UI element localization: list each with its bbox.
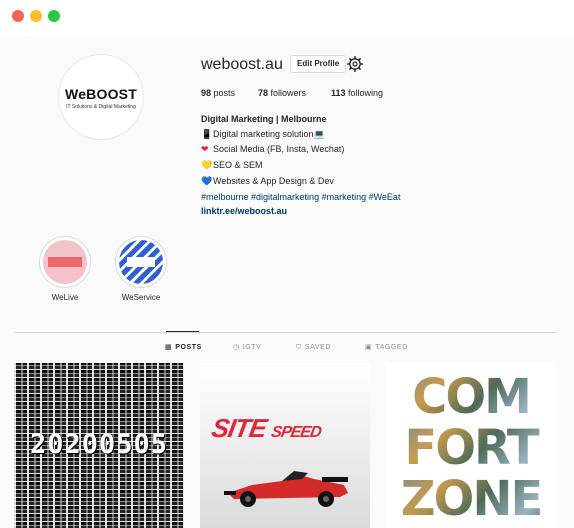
following-count: 113 (331, 88, 346, 98)
followers-count: 78 (258, 88, 269, 98)
posts-stat: 98 posts (201, 88, 235, 98)
highlight-welive[interactable]: WeLive (37, 236, 93, 302)
bio-line-text: Social Media (FB, Insta, Wechat) (213, 144, 345, 155)
highlight-label: WeLive (51, 293, 79, 302)
following-label: following (348, 88, 384, 98)
post-word: COM (386, 369, 556, 425)
post-title-sub: SPEED (269, 424, 323, 441)
maximize-window-button[interactable] (48, 10, 60, 22)
window-titlebar (0, 0, 574, 36)
posts-count: 98 (201, 88, 212, 98)
avatar-tagline: IT Solutions & Digital Marketing (66, 104, 136, 110)
race-car-image (224, 471, 348, 507)
minimize-window-button[interactable] (30, 10, 42, 22)
highlight-weservice[interactable]: WeService (113, 236, 169, 302)
red-heart-icon: ❤ (201, 145, 209, 156)
highlight-cover-image (43, 240, 87, 284)
profile-page: WeBOOST IT Solutions & Digital Marketing… (0, 36, 574, 528)
bio-line: ❤ Social Media (FB, Insta, Wechat) (201, 142, 400, 158)
bio-line: 💛SEO & SEM (201, 158, 400, 174)
followers-stat[interactable]: 78 followers (258, 88, 306, 98)
bio-line-text: Websites & App Design & Dev (213, 175, 334, 186)
post-thumbnail[interactable]: COM FORT ZONE (386, 363, 556, 528)
bio-name: Digital Marketing | Melbourne (201, 114, 327, 124)
tab-saved[interactable]: ⛉ SAVED (296, 343, 331, 352)
post-thumbnail[interactable]: SITE SPEED (200, 363, 370, 528)
post-title-main: SITE (209, 413, 269, 443)
bio-line: 📱Digital marketing solution💻 (201, 127, 400, 143)
bio-line-text: SEO & SEM (213, 160, 263, 171)
tab-posts[interactable]: ▦ POSTS (165, 343, 202, 351)
bookmark-icon: ⛉ (296, 343, 302, 351)
highlight-label: WeService (121, 293, 161, 302)
blue-heart-icon: 💙 (201, 176, 213, 187)
edit-profile-button[interactable]: Edit Profile (290, 55, 347, 73)
profile-avatar[interactable]: WeBOOST IT Solutions & Digital Marketing (58, 54, 144, 140)
yellow-heart-icon: 💛 (201, 161, 213, 172)
avatar-brand-logo: WeBOOST (65, 86, 137, 102)
tab-tagged[interactable]: ▣ TAGGED (365, 343, 408, 351)
profile-bio: Digital Marketing | Melbourne 📱Digital m… (201, 112, 400, 219)
following-stat[interactable]: 113 following (331, 88, 383, 98)
post-word: ZONE (386, 471, 556, 527)
tab-label: SAVED (304, 344, 332, 351)
grid-icon: ▦ (165, 343, 173, 351)
close-window-button[interactable] (12, 10, 24, 22)
igtv-icon: ◷ (233, 343, 240, 351)
tag-icon: ▣ (365, 343, 373, 351)
post-glitch-text: 20200505 (29, 429, 169, 460)
post-word: FORT (386, 420, 556, 476)
highlight-cover-image (119, 240, 163, 284)
profile-username: weboost.au (201, 56, 283, 73)
phone-emoji-icon: 📱 (201, 129, 213, 140)
bio-hashtags[interactable]: #melbourne #digitalmarketing #marketing … (201, 190, 400, 205)
bio-link[interactable]: linktr.ee/weboost.au (201, 204, 400, 219)
bio-line-text: Digital marketing solution💻 (213, 128, 325, 139)
tabs-divider (14, 332, 556, 333)
gear-icon[interactable] (347, 56, 363, 72)
post-thumbnail[interactable]: 20200505 (14, 363, 184, 528)
posts-label: posts (213, 88, 236, 98)
tab-label: TAGGED (375, 344, 408, 351)
highlight-ring (115, 236, 167, 288)
active-tab-indicator (166, 331, 199, 332)
post-title: SITE SPEED (209, 413, 324, 444)
tab-label: POSTS (175, 344, 202, 351)
highlight-ring (39, 236, 91, 288)
tab-igtv[interactable]: ◷ IGTV (233, 343, 261, 351)
tab-label: IGTV (242, 344, 262, 351)
bio-line: 💙Websites & App Design & Dev (201, 174, 400, 190)
followers-label: followers (270, 88, 307, 98)
